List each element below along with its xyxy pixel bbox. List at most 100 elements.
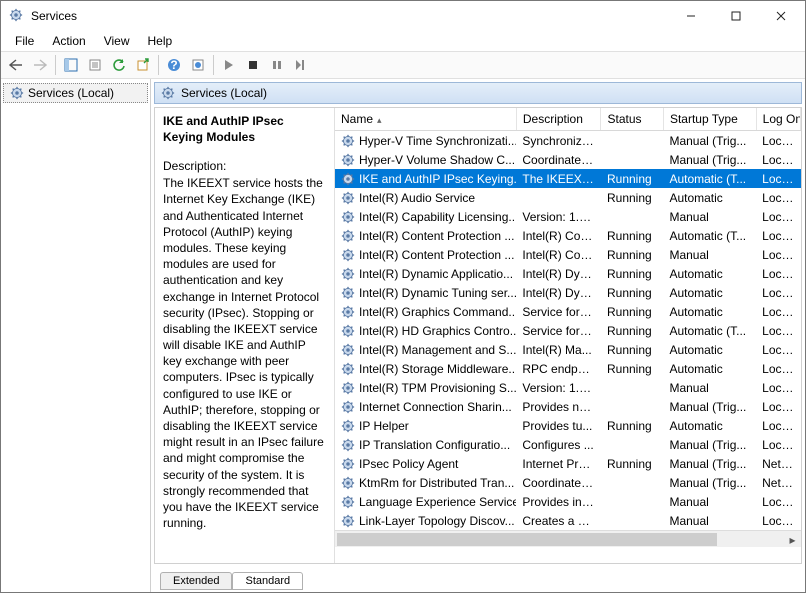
service-row[interactable]: Intel(R) Content Protection ...Intel(R) … <box>335 226 801 245</box>
service-row[interactable]: IP Translation Configuratio... Configures… <box>335 435 801 454</box>
maximize-button[interactable] <box>713 2 758 31</box>
service-row[interactable]: Intel(R) Storage Middleware...RPC endpoi… <box>335 359 801 378</box>
service-row[interactable]: IP HelperProvides tu...RunningAutomaticL… <box>335 416 801 435</box>
tab-extended[interactable]: Extended <box>160 572 232 590</box>
service-row[interactable]: IPsec Policy AgentInternet Pro...Running… <box>335 454 801 473</box>
service-name: KtmRm for Distributed Tran... <box>359 476 514 490</box>
service-row[interactable]: Intel(R) Content Protection ...Intel(R) … <box>335 245 801 264</box>
service-row[interactable]: Intel(R) Management and S...Intel(R) Ma.… <box>335 340 801 359</box>
column-status[interactable]: Status <box>601 108 663 131</box>
service-name: Intel(R) HD Graphics Contro... <box>359 324 516 338</box>
service-description <box>516 188 601 207</box>
service-startup: Automatic (T... <box>663 226 756 245</box>
service-status <box>601 511 663 530</box>
service-logon: Loca... <box>756 492 800 511</box>
column-logon[interactable]: Log On As <box>756 108 800 131</box>
menu-view[interactable]: View <box>96 32 138 50</box>
service-row[interactable]: KtmRm for Distributed Tran...Coordinates… <box>335 473 801 492</box>
gear-icon <box>341 381 355 395</box>
service-name: Link-Layer Topology Discov... <box>359 514 515 528</box>
service-name: Intel(R) TPM Provisioning S... <box>359 381 516 395</box>
forward-button[interactable] <box>29 54 51 76</box>
description-text: The IKEEXT service hosts the Internet Ke… <box>163 175 324 531</box>
service-row[interactable]: Internet Connection Sharin... Provides ne… <box>335 397 801 416</box>
service-name: Intel(R) Capability Licensing... <box>359 210 516 224</box>
gear-icon <box>341 514 355 528</box>
service-row[interactable]: Link-Layer Topology Discov...Creates a N… <box>335 511 801 530</box>
service-startup: Automatic <box>663 359 756 378</box>
column-description[interactable]: Description <box>516 108 601 131</box>
service-row[interactable]: IKE and AuthIP IPsec Keying...The IKEEXT… <box>335 169 801 188</box>
help-topics-button[interactable] <box>187 54 209 76</box>
close-button[interactable] <box>758 2 803 31</box>
service-name: Hyper-V Volume Shadow C... <box>359 153 515 167</box>
service-row[interactable]: Hyper-V Volume Shadow C...Coordinates...… <box>335 150 801 169</box>
service-status: Running <box>601 245 663 264</box>
gear-icon <box>341 495 355 509</box>
service-row[interactable]: Language Experience ServiceProvides inf.… <box>335 492 801 511</box>
service-description: Configures ... <box>516 435 601 454</box>
tab-standard[interactable]: Standard <box>232 572 303 590</box>
stop-service-button[interactable] <box>242 54 264 76</box>
horizontal-scrollbar[interactable]: ◂ ▸ <box>335 530 801 547</box>
nav-services-local[interactable]: Services (Local) <box>3 83 148 103</box>
nav-root-label: Services (Local) <box>28 86 114 100</box>
service-logon: Netw... <box>756 454 800 473</box>
service-logon: Loca... <box>756 435 800 454</box>
export-button[interactable] <box>132 54 154 76</box>
service-logon: Loca... <box>756 264 800 283</box>
service-logon: Loca... <box>756 207 800 226</box>
properties-button[interactable] <box>84 54 106 76</box>
service-logon: Loca... <box>756 416 800 435</box>
service-name: Internet Connection Sharin... <box>359 400 512 414</box>
service-description: Version: 1.6... <box>516 378 601 397</box>
service-name: IKE and AuthIP IPsec Keying... <box>359 172 516 186</box>
service-logon: Loca... <box>756 131 800 151</box>
service-description: Coordinates... <box>516 150 601 169</box>
column-name[interactable]: Name▴ <box>335 108 516 131</box>
gear-icon <box>341 210 355 224</box>
service-row[interactable]: Intel(R) HD Graphics Contro...Service fo… <box>335 321 801 340</box>
service-startup: Automatic <box>663 302 756 321</box>
back-button[interactable] <box>5 54 27 76</box>
service-row[interactable]: Intel(R) Audio ServiceRunningAutomaticLo… <box>335 188 801 207</box>
service-row[interactable]: Intel(R) Graphics Command...Service for … <box>335 302 801 321</box>
start-service-button[interactable] <box>218 54 240 76</box>
service-startup: Automatic (T... <box>663 321 756 340</box>
service-description: Intel(R) Con... <box>516 226 601 245</box>
help-button[interactable]: ? <box>163 54 185 76</box>
service-name: Hyper-V Time Synchronizati... <box>359 134 516 148</box>
service-name: IP Translation Configuratio... <box>359 438 510 452</box>
scroll-right-icon[interactable]: ▸ <box>784 531 801 548</box>
minimize-button[interactable] <box>668 2 713 31</box>
menu-help[interactable]: Help <box>140 32 181 50</box>
service-description: Provides ne... <box>516 397 601 416</box>
scroll-thumb[interactable] <box>337 533 717 546</box>
service-status: Running <box>601 302 663 321</box>
services-list[interactable]: Name▴ Description Status Startup Type Lo… <box>335 108 801 563</box>
pause-service-button[interactable] <box>266 54 288 76</box>
service-row[interactable]: Intel(R) TPM Provisioning S...Version: 1… <box>335 378 801 397</box>
service-row[interactable]: Hyper-V Time Synchronizati...Synchronize… <box>335 131 801 151</box>
service-description: Service for I... <box>516 321 601 340</box>
menu-file[interactable]: File <box>7 32 42 50</box>
column-startup[interactable]: Startup Type <box>663 108 756 131</box>
service-row[interactable]: Intel(R) Dynamic Applicatio...Intel(R) D… <box>335 264 801 283</box>
service-description: Provides inf... <box>516 492 601 511</box>
restart-service-button[interactable] <box>290 54 312 76</box>
service-status: Running <box>601 188 663 207</box>
service-row[interactable]: Intel(R) Capability Licensing...Version:… <box>335 207 801 226</box>
refresh-button[interactable] <box>108 54 130 76</box>
menu-action[interactable]: Action <box>44 32 93 50</box>
service-row[interactable]: Intel(R) Dynamic Tuning ser...Intel(R) D… <box>335 283 801 302</box>
description-pane: IKE and AuthIP IPsec Keying Modules Desc… <box>155 108 335 563</box>
service-description: Version: 1.6... <box>516 207 601 226</box>
service-status: Running <box>601 169 663 188</box>
service-status <box>601 378 663 397</box>
service-name: Intel(R) Graphics Command... <box>359 305 516 319</box>
show-hide-tree-button[interactable] <box>60 54 82 76</box>
gear-icon <box>161 86 175 100</box>
service-status: Running <box>601 283 663 302</box>
service-logon: Loca... <box>756 378 800 397</box>
toolbar: ? <box>1 51 805 79</box>
